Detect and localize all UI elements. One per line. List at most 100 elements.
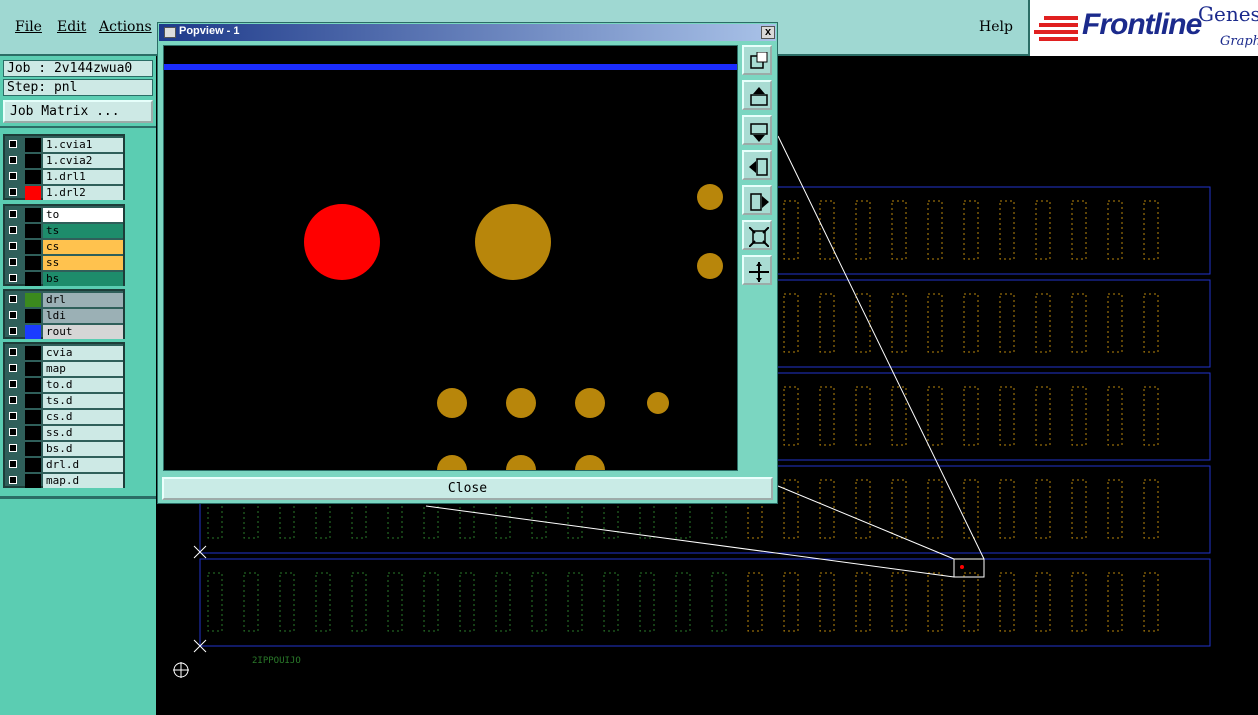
layer-name[interactable]: bs [43, 272, 123, 286]
layer-checkbox[interactable] [9, 295, 17, 303]
pan-right-button[interactable] [742, 185, 772, 215]
layer-checkbox[interactable] [9, 396, 17, 404]
layer-checkbox[interactable] [9, 444, 17, 452]
layer-color-swatch[interactable] [25, 458, 41, 472]
layer-row-to-d[interactable]: to.d [5, 378, 123, 392]
layer-name[interactable]: map [43, 362, 123, 376]
layer-row-ss[interactable]: ss [5, 256, 123, 270]
layer-row-ldi[interactable]: ldi [5, 309, 123, 323]
layer-row-bs[interactable]: bs [5, 272, 123, 286]
zoom-home-button[interactable] [742, 255, 772, 285]
menu-file[interactable]: File [15, 19, 42, 35]
menu-actions[interactable]: Actions [99, 19, 152, 35]
layer-color-swatch[interactable] [25, 394, 41, 408]
layer-name[interactable]: 1.cvia2 [43, 154, 123, 168]
layer-row-rout[interactable]: rout [5, 325, 123, 339]
layer-checkbox[interactable] [9, 156, 17, 164]
layer-checkbox[interactable] [9, 274, 17, 282]
layer-row-1-drl2[interactable]: 1.drl2 [5, 186, 123, 200]
layer-name[interactable]: ts [43, 224, 123, 238]
menu-help[interactable]: Help [979, 19, 1013, 35]
layer-row-drl-d[interactable]: drl.d [5, 458, 123, 472]
layer-color-swatch[interactable] [25, 309, 41, 323]
layer-color-swatch[interactable] [25, 474, 41, 488]
zoom-fit-button[interactable] [742, 220, 772, 250]
layer-checkbox[interactable] [9, 380, 17, 388]
layer-color-swatch[interactable] [25, 154, 41, 168]
close-button[interactable]: Close [162, 477, 773, 500]
layer-row-drl[interactable]: drl [5, 293, 123, 307]
layer-color-swatch[interactable] [25, 442, 41, 456]
layer-color-swatch[interactable] [25, 272, 41, 286]
layer-name[interactable]: 1.drl1 [43, 170, 123, 184]
layer-color-swatch[interactable] [25, 170, 41, 184]
pan-down-button[interactable] [742, 115, 772, 145]
pan-up-button[interactable] [742, 80, 772, 110]
layer-color-swatch[interactable] [25, 410, 41, 424]
layer-color-swatch[interactable] [25, 378, 41, 392]
layer-row-map-d[interactable]: map.d [5, 474, 123, 488]
layer-checkbox[interactable] [9, 188, 17, 196]
layer-row-map[interactable]: map [5, 362, 123, 376]
layer-checkbox[interactable] [9, 311, 17, 319]
layer-name[interactable]: cs.d [43, 410, 123, 424]
layer-checkbox[interactable] [9, 242, 17, 250]
layer-color-swatch[interactable] [25, 325, 41, 339]
layer-name[interactable]: ss [43, 256, 123, 270]
job-matrix-button[interactable]: Job Matrix ... [3, 100, 153, 123]
layer-name[interactable]: 1.cvia1 [43, 138, 123, 152]
layer-row-cvia[interactable]: cvia [5, 346, 123, 360]
layer-checkbox[interactable] [9, 172, 17, 180]
layer-row-cs[interactable]: cs [5, 240, 123, 254]
layer-checkbox[interactable] [9, 258, 17, 266]
layer-row-cs-d[interactable]: cs.d [5, 410, 123, 424]
menu-edit[interactable]: Edit [57, 19, 86, 35]
layer-color-swatch[interactable] [25, 208, 41, 222]
layer-row-1-drl1[interactable]: 1.drl1 [5, 170, 123, 184]
layer-row-ts[interactable]: ts [5, 224, 123, 238]
layer-name[interactable]: ldi [43, 309, 123, 323]
layer-row-1-cvia2[interactable]: 1.cvia2 [5, 154, 123, 168]
layer-name[interactable]: 1.drl2 [43, 186, 123, 200]
layer-color-swatch[interactable] [25, 426, 41, 440]
layer-row-1-cvia1[interactable]: 1.cvia1 [5, 138, 123, 152]
popup-titlebar[interactable]: Popview - 1 x [159, 24, 776, 41]
layer-checkbox[interactable] [9, 412, 17, 420]
layer-checkbox[interactable] [9, 364, 17, 372]
layer-checkbox[interactable] [9, 210, 17, 218]
layer-row-ss-d[interactable]: ss.d [5, 426, 123, 440]
layer-color-swatch[interactable] [25, 138, 41, 152]
layer-name[interactable]: ts.d [43, 394, 123, 408]
layer-color-swatch[interactable] [25, 240, 41, 254]
layer-row-bs-d[interactable]: bs.d [5, 442, 123, 456]
layer-checkbox[interactable] [9, 327, 17, 335]
layer-name[interactable]: rout [43, 325, 123, 339]
layer-row-ts-d[interactable]: ts.d [5, 394, 123, 408]
layer-name[interactable]: ss.d [43, 426, 123, 440]
layer-name[interactable]: drl [43, 293, 123, 307]
layer-name[interactable]: map.d [43, 474, 123, 488]
pan-left-button[interactable] [742, 150, 772, 180]
layer-color-swatch[interactable] [25, 224, 41, 238]
layer-checkbox[interactable] [9, 226, 17, 234]
layer-name[interactable]: drl.d [43, 458, 123, 472]
layer-name[interactable]: cvia [43, 346, 123, 360]
layer-color-swatch[interactable] [25, 186, 41, 200]
zoom-window-button[interactable] [742, 45, 772, 75]
window-menu-icon[interactable] [164, 27, 176, 38]
layer-color-swatch[interactable] [25, 256, 41, 270]
layer-checkbox[interactable] [9, 348, 17, 356]
popview-canvas[interactable] [163, 45, 738, 471]
layer-name[interactable]: to [43, 208, 123, 222]
layer-color-swatch[interactable] [25, 293, 41, 307]
layer-checkbox[interactable] [9, 476, 17, 484]
layer-color-swatch[interactable] [25, 346, 41, 360]
close-window-button[interactable]: x [761, 26, 775, 39]
layer-name[interactable]: bs.d [43, 442, 123, 456]
layer-color-swatch[interactable] [25, 362, 41, 376]
layer-name[interactable]: cs [43, 240, 123, 254]
layer-checkbox[interactable] [9, 140, 17, 148]
layer-name[interactable]: to.d [43, 378, 123, 392]
layer-checkbox[interactable] [9, 428, 17, 436]
layer-row-to[interactable]: to [5, 208, 123, 222]
